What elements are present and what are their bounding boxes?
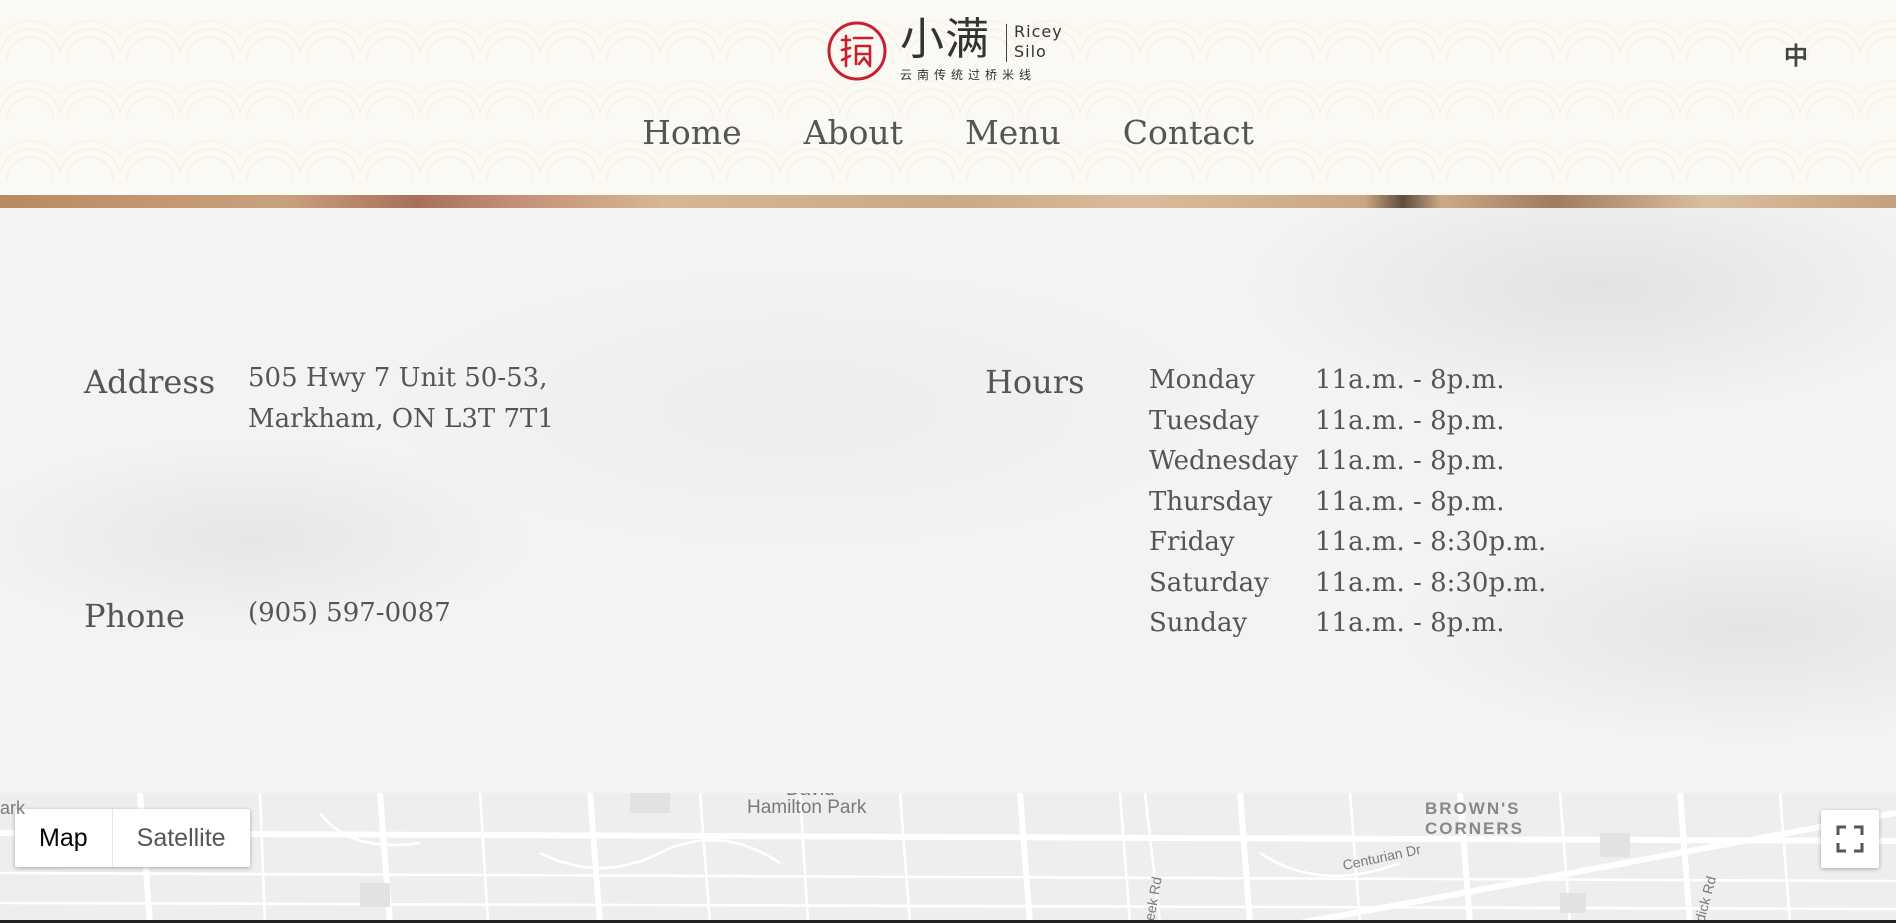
address-label: Address — [84, 363, 216, 401]
hours-time: 11a.m. - 8:30p.m. — [1315, 527, 1547, 557]
hours-row: Saturday 11a.m. - 8:30p.m. — [1149, 563, 1546, 604]
hours-time: 11a.m. - 8p.m. — [1315, 365, 1505, 395]
logo-emblem-icon — [827, 21, 887, 81]
hours-row: Tuesday 11a.m. - 8p.m. — [1149, 401, 1546, 442]
nav-menu[interactable]: Menu — [965, 113, 1061, 152]
fullscreen-icon — [1836, 825, 1864, 853]
hours-row: Monday 11a.m. - 8p.m. — [1149, 360, 1546, 401]
logo-divider — [1006, 24, 1007, 62]
map-label-edge: ark — [0, 798, 26, 818]
logo-chinese-name: 小满 — [900, 14, 990, 65]
main-nav: Home About Menu Contact — [0, 113, 1896, 152]
logo-english-line1: Ricey — [1014, 22, 1063, 41]
hours-row: Sunday 11a.m. - 8p.m. — [1149, 603, 1546, 644]
map-label-area: BROWN'S CORNERS — [1425, 799, 1524, 839]
hours-row: Wednesday 11a.m. - 8p.m. — [1149, 441, 1546, 482]
hours-row: Friday 11a.m. - 8:30p.m. — [1149, 522, 1546, 563]
fullscreen-button[interactable] — [1821, 810, 1879, 868]
hours-day: Tuesday — [1149, 405, 1259, 436]
hours-day: Friday — [1149, 527, 1235, 557]
logo[interactable]: 小满 Ricey Silo 云南传统过桥米线 — [826, 18, 1072, 86]
embedded-map[interactable]: Map Satellite ark David Hamilton Park BR… — [0, 793, 1896, 923]
logo-english-line2: Silo — [1014, 42, 1047, 61]
language-toggle[interactable]: 中 — [1784, 36, 1808, 71]
nav-home[interactable]: Home — [642, 113, 741, 152]
hours-row: Thursday 11a.m. - 8p.m. — [1149, 482, 1546, 523]
nav-contact[interactable]: Contact — [1123, 113, 1254, 152]
contact-info-section: Address 505 Hwy 7 Unit 50-53, Markham, O… — [0, 208, 1896, 793]
hours-day: Wednesday — [1149, 446, 1298, 476]
map-label-area-line1: BROWN'S — [1425, 799, 1521, 818]
phone-number[interactable]: (905) 597-0087 — [248, 593, 451, 634]
hours-day: Saturday — [1149, 567, 1269, 598]
hours-label: Hours — [985, 363, 1085, 401]
hero-image-strip — [0, 195, 1896, 208]
map-type-satellite-button[interactable]: Satellite — [113, 809, 250, 867]
hours-time: 11a.m. - 8p.m. — [1315, 486, 1505, 517]
site-header: 小满 Ricey Silo 云南传统过桥米线 中 Home About Menu… — [0, 0, 1896, 195]
logo-english-name: Ricey Silo — [1014, 22, 1063, 62]
map-streets — [0, 793, 1896, 923]
hours-time: 11a.m. - 8:30p.m. — [1315, 567, 1547, 598]
hours-time: 11a.m. - 8p.m. — [1315, 608, 1505, 638]
address-line2: Markham, ON L3T 7T1 — [248, 404, 554, 434]
hours-day: Thursday — [1149, 486, 1273, 517]
hours-day: Sunday — [1149, 608, 1248, 638]
map-type-control: Map Satellite — [15, 809, 250, 867]
hours-time: 11a.m. - 8p.m. — [1315, 446, 1505, 476]
map-type-map-button[interactable]: Map — [15, 809, 113, 867]
phone-label: Phone — [84, 597, 185, 635]
logo-subtitle: 云南传统过桥米线 — [900, 68, 1037, 82]
hours-day: Monday — [1149, 365, 1255, 395]
map-label-park: Hamilton Park — [747, 797, 867, 818]
hours-table: Monday 11a.m. - 8p.m. Tuesday 11a.m. - 8p.… — [1149, 360, 1546, 644]
nav-about[interactable]: About — [804, 113, 903, 152]
hours-time: 11a.m. - 8p.m. — [1315, 405, 1505, 436]
map-label-area-line2: CORNERS — [1425, 819, 1525, 838]
address-line1: 505 Hwy 7 Unit 50-53, — [248, 363, 548, 393]
